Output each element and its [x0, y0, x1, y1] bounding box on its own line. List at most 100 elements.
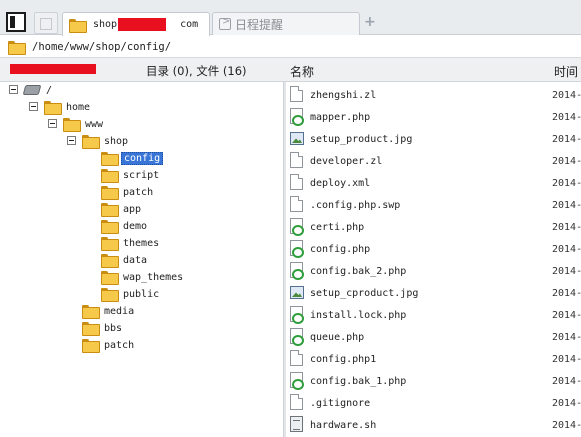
item-count: 目录 (0), 文件 (16) [146, 64, 247, 78]
file-icon [290, 86, 303, 102]
blank-tab-icon[interactable] [34, 12, 58, 34]
file-row[interactable]: config.bak_1.php 2014- [286, 370, 581, 392]
file-icon [290, 152, 303, 168]
tree-node-label: shop [104, 135, 129, 147]
folder-icon [101, 237, 119, 251]
tree-node-patch[interactable]: patch [101, 184, 155, 200]
terminal-icon [219, 16, 231, 30]
tree-node-demo[interactable]: demo [101, 218, 149, 234]
column-header: 目录 (0), 文件 (16) 名称 时间 [0, 58, 581, 82]
file-row[interactable]: .gitignore 2014- [286, 392, 581, 414]
file-row[interactable]: config.php 2014- [286, 238, 581, 260]
tree-node-public[interactable]: public [101, 286, 161, 302]
file-name: .config.php.swp [310, 199, 401, 211]
tree-node-config[interactable]: config [101, 150, 164, 166]
tree-node-script[interactable]: script [101, 167, 161, 183]
file-date: 2014- [552, 199, 581, 211]
tree-node-www[interactable]: www [63, 116, 105, 132]
file-name: certi.php [310, 221, 365, 233]
php-file-icon [290, 218, 304, 236]
file-icon [290, 394, 303, 410]
tree-node-app[interactable]: app [101, 201, 143, 217]
tab-schedule-reminder[interactable]: 日程提醒 [212, 12, 360, 35]
redaction-block [10, 64, 96, 74]
collapse-toggle-icon[interactable] [9, 85, 18, 94]
file-name: .gitignore [310, 397, 371, 409]
folder-icon [82, 305, 100, 319]
php-file-icon [290, 328, 304, 346]
file-row[interactable]: zhengshi.zl 2014- [286, 84, 581, 106]
collapse-toggle-icon[interactable] [48, 119, 57, 128]
file-row[interactable]: queue.php 2014- [286, 326, 581, 348]
tree-node-data[interactable]: data [101, 252, 149, 268]
file-name: install.lock.php [310, 309, 407, 321]
tree-node-media[interactable]: media [82, 303, 136, 319]
tree-node-themes[interactable]: themes [101, 235, 161, 251]
php-file-icon [290, 108, 304, 126]
add-tab-button[interactable]: + [364, 14, 376, 30]
directory-tree: / home www shop config script patch app … [0, 82, 283, 437]
tree-node-label: media [104, 305, 135, 317]
tree-node-shop[interactable]: shop [82, 133, 130, 149]
file-date: 2014- [552, 177, 581, 189]
redaction-block [118, 18, 167, 31]
file-row[interactable]: certi.php 2014- [286, 216, 581, 238]
file-row[interactable]: config.php1 2014- [286, 348, 581, 370]
folder-icon [101, 203, 119, 217]
tree-node-home[interactable]: home [44, 99, 92, 115]
collapse-toggle-icon[interactable] [29, 102, 38, 111]
path-bar[interactable]: /home/www/shop/config/ [0, 36, 581, 58]
tree-node-patch-www[interactable]: patch [82, 337, 136, 353]
tree-node-label: bbs [104, 322, 123, 334]
file-row[interactable]: deploy.xml 2014- [286, 172, 581, 194]
image-file-icon [290, 132, 304, 145]
folder-icon [82, 322, 100, 336]
name-column-header[interactable]: 名称 [290, 63, 314, 80]
file-date: 2014- [552, 375, 581, 387]
tree-node-bbs[interactable]: bbs [82, 320, 124, 336]
file-row[interactable]: config.bak_2.php 2014- [286, 260, 581, 282]
file-row[interactable]: install.lock.php 2014- [286, 304, 581, 326]
time-column-header[interactable]: 时间 [554, 63, 578, 80]
folder-icon [69, 18, 87, 33]
folder-icon [101, 186, 119, 200]
collapse-toggle-icon[interactable] [67, 136, 76, 145]
file-name: setup_product.jpg [310, 133, 413, 145]
file-row[interactable]: .config.php.swp 2014- [286, 194, 581, 216]
path-input[interactable]: /home/www/shop/config/ [32, 41, 171, 53]
file-icon [290, 196, 303, 212]
sidebar-toggle-icon[interactable] [6, 12, 26, 32]
tree-node-wap-themes[interactable]: wap_themes [101, 269, 185, 285]
tree-node-label: demo [123, 220, 148, 232]
file-date: 2014- [552, 265, 581, 277]
file-date: 2014- [552, 287, 581, 299]
drive-icon [22, 85, 42, 95]
tree-node-root[interactable]: / [22, 82, 54, 98]
file-list: zhengshi.zl 2014- mapper.php 2014- setup_p… [286, 82, 581, 437]
folder-icon [101, 288, 119, 302]
php-file-icon [290, 306, 304, 324]
file-row[interactable]: hardware.sh 2014- [286, 414, 581, 436]
file-date: 2014- [552, 397, 581, 409]
tree-node-label: themes [123, 237, 160, 249]
file-name: config.php [310, 243, 371, 255]
file-name: setup_cproduct.jpg [310, 287, 419, 299]
php-file-icon [290, 262, 304, 280]
file-row[interactable]: developer.zl 2014- [286, 150, 581, 172]
tab-shop-suffix: com [174, 19, 199, 30]
file-name: config.bak_2.php [310, 265, 407, 277]
folder-icon [44, 101, 62, 115]
file-row[interactable]: setup_cproduct.jpg 2014- [286, 282, 581, 304]
file-row[interactable]: setup_product.jpg 2014- [286, 128, 581, 150]
folder-icon [101, 220, 119, 234]
folder-icon [82, 339, 100, 353]
tree-node-label: patch [123, 186, 154, 198]
tree-node-label-selected: config [121, 151, 164, 165]
file-row[interactable]: mapper.php 2014- [286, 106, 581, 128]
folder-icon [101, 254, 119, 268]
tab-shop[interactable]: shop com [62, 12, 210, 36]
file-date: 2014- [552, 331, 581, 343]
tree-node-label: app [123, 203, 142, 215]
tab-schedule-label: 日程提醒 [235, 17, 284, 32]
file-date: 2014- [552, 243, 581, 255]
